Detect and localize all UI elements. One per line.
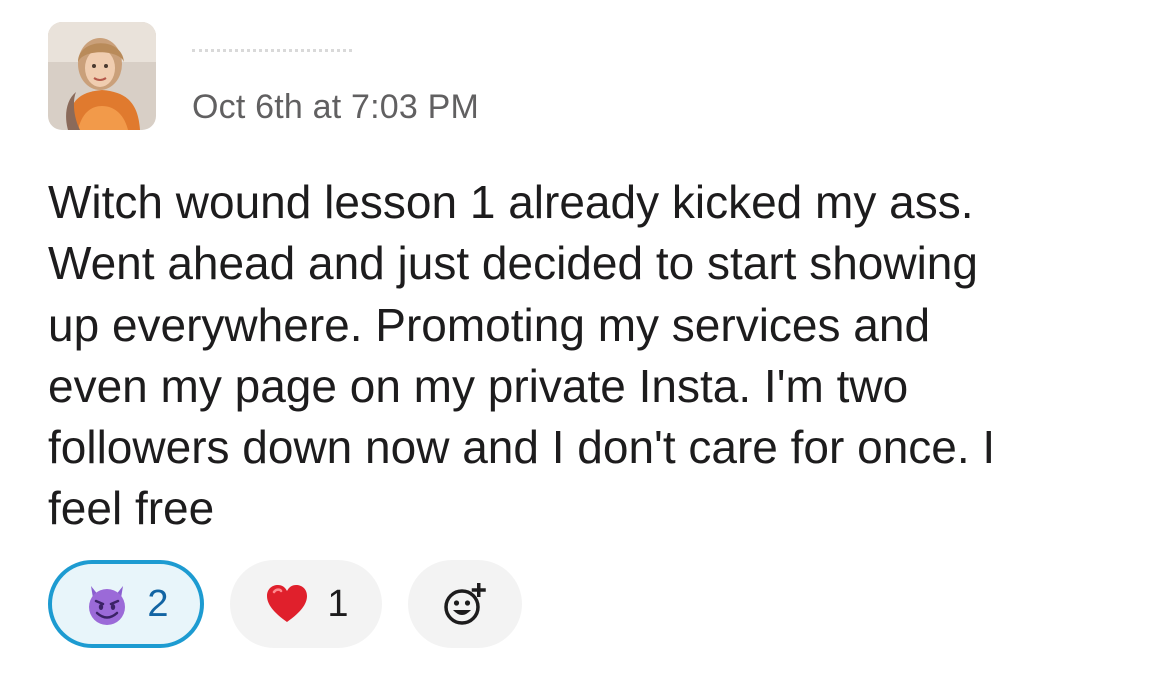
message-line: even my page on my private Insta. I'm tw… — [48, 359, 909, 412]
add-reaction-icon — [444, 583, 486, 625]
avatar-photo — [48, 22, 156, 130]
message-line: feel free — [48, 482, 215, 535]
author-name[interactable] — [192, 38, 362, 72]
red-heart-icon — [267, 585, 308, 622]
message-line: up everywhere. Promoting my services and — [48, 298, 931, 351]
message-timestamp[interactable]: Oct 6th at 7:03 PM — [192, 88, 479, 127]
redacted-name — [192, 48, 352, 62]
reaction-bar: 2 1 — [48, 560, 548, 648]
avatar[interactable] — [48, 22, 156, 130]
message-line: Went ahead and just decided to start sho… — [48, 237, 978, 290]
reaction-smiling-imp[interactable]: 2 — [48, 560, 204, 648]
reaction-count: 1 — [327, 582, 349, 625]
message-body: Witch wound lesson 1 already kicked my a… — [48, 172, 1128, 540]
smiling-imp-icon — [89, 586, 126, 625]
message-line: Witch wound lesson 1 already kicked my a… — [48, 176, 974, 228]
add-reaction-button[interactable] — [408, 560, 522, 648]
reaction-red-heart[interactable]: 1 — [230, 560, 382, 648]
reaction-count: 2 — [147, 582, 169, 625]
message-line: followers down now and I don't care for … — [48, 421, 996, 474]
